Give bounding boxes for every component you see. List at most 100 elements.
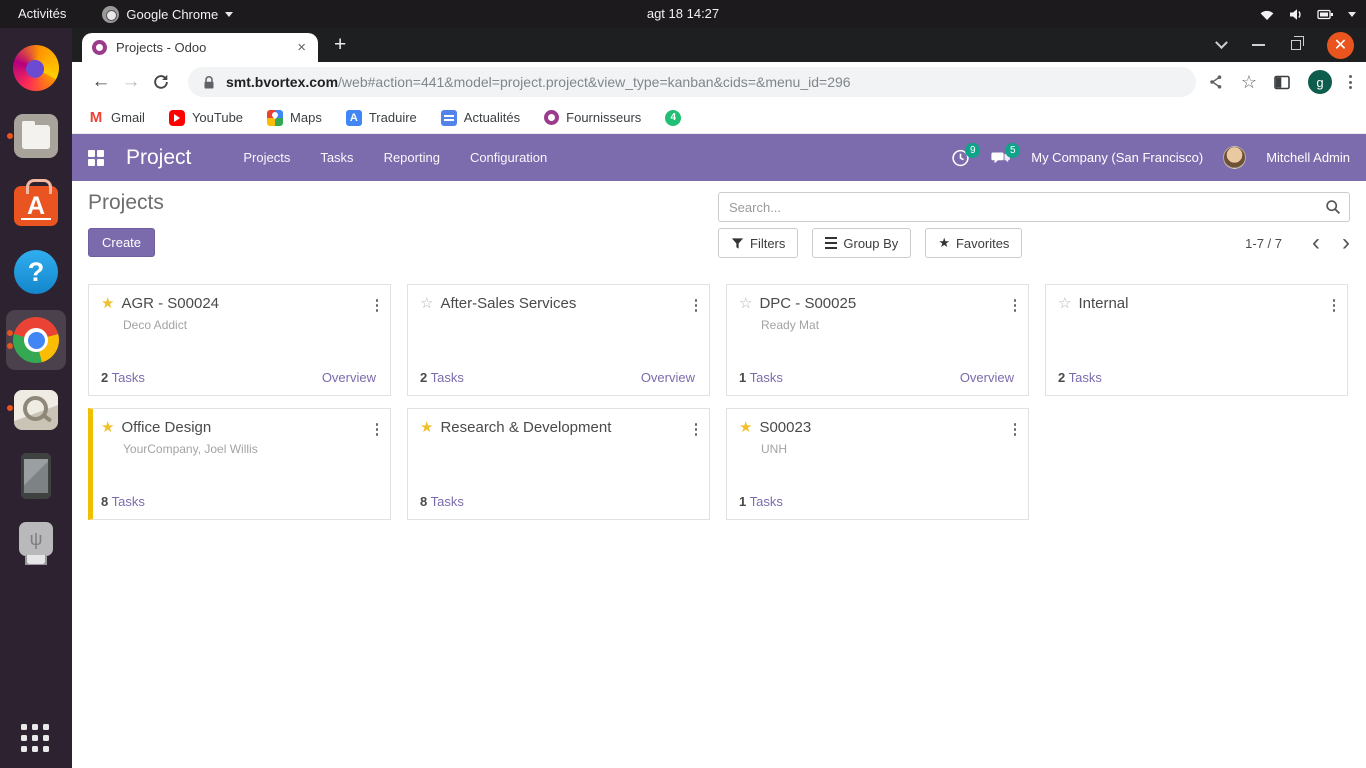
overview-link[interactable]: Overview [641,370,695,385]
menu-reporting[interactable]: Reporting [384,150,440,165]
browser-tab[interactable]: Projects - Odoo × [82,33,318,62]
bookmark-traduire[interactable]: A Traduire [345,109,417,126]
favorite-star-icon[interactable]: ☆ [739,296,752,311]
tasks-link[interactable]: 1 Tasks [739,494,783,509]
project-card[interactable]: ☆ After-Sales Services 2 Tasks Overview [407,284,710,396]
group-by-button[interactable]: Group By [812,228,912,258]
dock-item-chrome[interactable] [6,310,66,370]
tab-close-icon[interactable]: × [293,39,310,56]
tasks-link[interactable]: 8 Tasks [420,494,464,509]
favorite-star-icon[interactable]: ★ [101,296,114,311]
card-menu-icon[interactable] [375,423,378,436]
files-icon [14,114,58,158]
favorite-star-icon[interactable]: ★ [101,420,114,435]
group-by-icon [825,236,838,250]
bookmark-fournisseurs[interactable]: Fournisseurs [544,110,641,125]
user-avatar[interactable] [1223,146,1247,169]
menu-configuration[interactable]: Configuration [470,150,547,165]
project-title[interactable]: S00023 [759,419,811,436]
card-menu-icon[interactable] [1013,299,1016,312]
menu-projects[interactable]: Projects [243,150,290,165]
activities-button[interactable]: Activités [0,0,84,28]
project-card[interactable]: ★ AGR - S00024 Deco Addict 2 Tasks Overvie… [88,284,391,396]
project-title[interactable]: AGR - S00024 [121,295,219,312]
project-title[interactable]: DPC - S00025 [759,295,856,312]
project-card[interactable]: ★ Research & Development 8 Tasks [407,408,710,520]
tasks-link[interactable]: 2 Tasks [1058,370,1102,385]
favorite-star-icon[interactable]: ☆ [1058,296,1071,311]
project-card[interactable]: ☆ Internal 2 Tasks [1045,284,1348,396]
side-panel-icon[interactable] [1274,75,1291,90]
restore-button[interactable] [1291,36,1304,50]
favorite-star-icon[interactable]: ☆ [420,296,433,311]
project-partner: Deco Addict [123,318,188,332]
favorite-star-icon[interactable]: ★ [420,420,433,435]
project-card[interactable]: ★ Office Design YourCompany, Joel Willis … [88,408,391,520]
tab-search-icon[interactable] [1215,35,1228,49]
system-clock[interactable]: agt 18 14:27 [647,0,719,28]
favorites-button[interactable]: ★ Favorites [925,228,1023,258]
bookmark-gmail[interactable]: M Gmail [88,109,145,126]
project-card[interactable]: ☆ DPC - S00025 Ready Mat 1 Tasks Overview [726,284,1029,396]
project-title[interactable]: Office Design [121,419,211,436]
tasks-link[interactable]: 2 Tasks [420,370,464,385]
search-input[interactable] [729,199,1325,215]
profile-avatar[interactable]: g [1308,70,1332,94]
dock-item-phone[interactable] [6,446,66,506]
pager-next-icon[interactable]: › [1342,231,1350,255]
dock-item-files[interactable] [6,106,66,166]
tab-title: Projects - Odoo [116,40,207,55]
user-name[interactable]: Mitchell Admin [1266,150,1350,165]
dock-item-ubuntu-software[interactable]: A [6,174,66,234]
bookmark-actualites[interactable]: Actualités [440,109,520,126]
project-card[interactable]: ★ S00023 UNH 1 Tasks [726,408,1029,520]
caret-down-icon [225,11,234,17]
app-name[interactable]: Project [126,146,191,170]
activities-menu[interactable]: 9 [951,142,981,168]
card-menu-icon[interactable] [1332,299,1335,312]
company-switcher[interactable]: My Company (San Francisco) [1031,150,1203,165]
bookmark-unlabeled[interactable]: 4 [665,109,688,126]
system-status-icons[interactable] [1259,0,1356,28]
tasks-link[interactable]: 2 Tasks [101,370,145,385]
card-menu-icon[interactable] [375,299,378,312]
favorite-star-icon[interactable]: ★ [739,420,752,435]
bookmark-youtube[interactable]: YouTube [168,109,243,126]
project-title[interactable]: Research & Development [440,419,611,436]
apps-grid-icon[interactable] [88,149,104,166]
app-menu[interactable]: Google Chrome [102,5,234,23]
tasks-link[interactable]: 8 Tasks [101,494,145,509]
forward-button[interactable]: → [116,71,146,93]
messages-menu[interactable]: 5 [991,142,1021,168]
menu-tasks[interactable]: Tasks [320,150,353,165]
search-icon[interactable] [1325,199,1341,215]
minimize-button[interactable] [1252,44,1265,46]
filters-button[interactable]: Filters [718,228,799,258]
dock-item-screenshot[interactable] [6,378,66,438]
close-window-button[interactable]: ✕ [1327,31,1354,59]
project-title[interactable]: Internal [1078,295,1128,312]
overview-link[interactable]: Overview [322,370,376,385]
dock-item-help[interactable]: ? [6,242,66,302]
search-box[interactable] [718,192,1350,222]
browser-menu-icon[interactable] [1349,75,1352,89]
card-menu-icon[interactable] [1013,423,1016,436]
share-icon[interactable] [1208,74,1224,90]
bookmark-star-icon[interactable]: ☆ [1241,72,1257,93]
project-title[interactable]: After-Sales Services [440,295,576,312]
card-menu-icon[interactable] [694,299,697,312]
show-applications-button[interactable] [21,724,51,754]
dock-item-firefox[interactable] [6,38,66,98]
card-menu-icon[interactable] [694,423,697,436]
tasks-link[interactable]: 1 Tasks [739,370,783,385]
pager-previous-icon[interactable]: ‹ [1312,231,1320,255]
back-button[interactable]: ← [86,71,116,93]
overview-link[interactable]: Overview [960,370,1014,385]
address-bar[interactable]: smt.bvortex.com/web#action=441&model=pro… [188,67,1196,97]
create-button[interactable]: Create [88,228,156,257]
dock-item-usb[interactable]: ψ [6,514,66,574]
url-text: smt.bvortex.com/web#action=441&model=pro… [226,74,851,90]
reload-button[interactable] [146,73,176,91]
bookmark-maps[interactable]: Maps [267,109,322,126]
new-tab-button[interactable]: + [334,33,346,57]
